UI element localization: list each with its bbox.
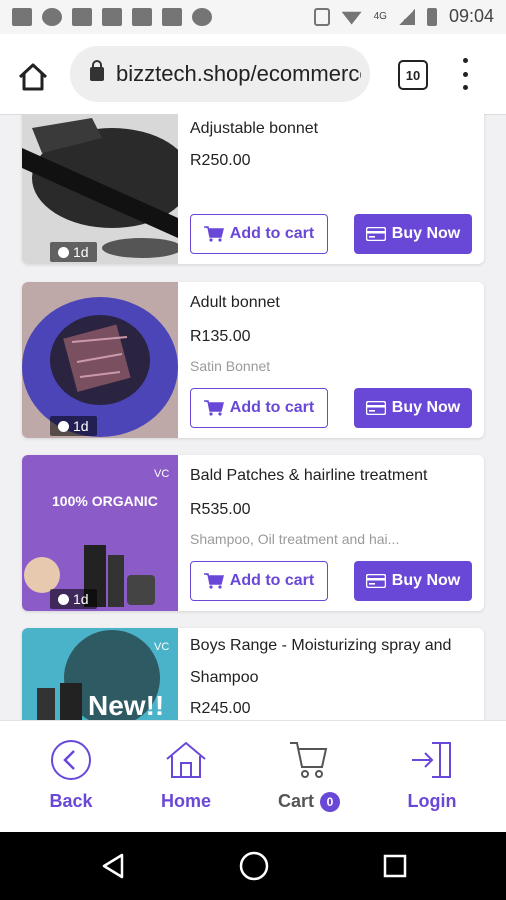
product-image[interactable]: 1d — [22, 114, 178, 264]
tab-switcher-button[interactable]: 10 — [398, 60, 428, 90]
product-description: Satin Bonnet — [190, 358, 271, 374]
age-badge: 1d — [50, 242, 97, 262]
credit-card-icon — [365, 401, 386, 415]
clock-icon — [58, 420, 69, 432]
product-description: Shampoo, Oil treatment and hai... — [190, 531, 400, 547]
nav-login-label: Login — [407, 791, 457, 811]
back-arrow-icon — [51, 740, 91, 780]
bottom-navigation: Back Home Cart 0 Login — [0, 720, 506, 833]
add-to-cart-button[interactable]: Add to cart — [190, 214, 328, 254]
nav-home-label: Home — [160, 791, 211, 811]
clock-time: 09:04 — [448, 6, 494, 26]
organic-treatment-image: VC — [22, 455, 178, 611]
image-icon — [12, 8, 32, 26]
cart-icon — [290, 742, 328, 778]
cart-icon — [203, 573, 224, 589]
image-caption: 100% ORGANIC — [52, 493, 158, 509]
product-image[interactable]: VC 100% ORGANIC 1d — [22, 455, 178, 611]
buy-now-button[interactable]: Buy Now — [354, 388, 472, 428]
product-card[interactable]: 1d Adjustable bonnet R250.00 Add to cart… — [22, 114, 484, 264]
cart-icon — [203, 400, 224, 416]
buy-now-button[interactable]: Buy Now — [354, 561, 472, 601]
browser-menu-button[interactable] — [460, 58, 470, 90]
buy-now-button[interactable]: Buy Now — [354, 214, 472, 254]
nav-back[interactable]: Back — [26, 739, 116, 812]
bonnet-image — [22, 282, 178, 438]
vibrate-icon — [313, 7, 330, 26]
nav-cart[interactable]: Cart 0 — [264, 739, 354, 812]
product-title[interactable]: Adjustable bonnet — [190, 118, 475, 140]
product-price: R535.00 — [190, 501, 251, 518]
battery-icon — [426, 7, 437, 26]
cloud-icon — [42, 8, 62, 26]
cart-icon — [203, 226, 224, 242]
browser-toolbar: bizztech.shop/ecommerce 10 — [0, 34, 506, 115]
address-bar[interactable]: bizztech.shop/ecommerce — [70, 46, 370, 102]
ge-icon — [102, 8, 122, 26]
lock-icon — [90, 60, 104, 81]
system-navigation-bar — [0, 832, 506, 900]
ge-icon — [162, 8, 182, 26]
signal-icon — [398, 8, 415, 25]
bonnet-image — [22, 114, 178, 264]
product-price: R135.00 — [190, 328, 251, 345]
add-to-cart-button[interactable]: Add to cart — [190, 388, 328, 428]
svg-text:VC: VC — [154, 641, 169, 653]
product-card[interactable]: 1d Adult bonnet R135.00 Satin Bonnet Add… — [22, 282, 484, 438]
clock-icon — [58, 246, 69, 258]
credit-card-icon — [365, 574, 386, 588]
menu-dot-icon — [462, 58, 468, 63]
login-icon — [412, 742, 451, 778]
wifi-icon — [341, 11, 362, 25]
product-price: R250.00 — [190, 152, 251, 169]
product-title[interactable]: Adult bonnet — [190, 292, 475, 314]
status-bar: 4G 09:04 — [0, 0, 506, 34]
menu-dot-icon — [462, 71, 468, 77]
home-icon — [18, 63, 48, 91]
credit-card-icon — [365, 227, 386, 241]
image-caption: New!! — [88, 690, 165, 720]
nav-back-label: Back — [49, 791, 93, 811]
nav-login[interactable]: Login — [387, 739, 477, 812]
product-image[interactable]: 1d — [22, 282, 178, 438]
network-type: 4G — [373, 11, 387, 22]
product-price: R245.00 — [190, 700, 251, 717]
ge-icon — [132, 8, 152, 26]
record-icon — [192, 8, 212, 26]
product-title[interactable]: Boys Range - Moisturizing spray and Sham… — [190, 630, 475, 694]
svg-text:VC: VC — [154, 468, 169, 480]
browser-home-button[interactable] — [16, 60, 50, 94]
product-card[interactable]: VC 100% ORGANIC 1d Bald Patches & hairli… — [22, 455, 484, 611]
age-badge: 1d — [50, 589, 97, 609]
product-title[interactable]: Bald Patches & hairline treatment — [190, 465, 475, 487]
home-icon — [166, 741, 206, 778]
menu-dot-icon — [462, 85, 468, 90]
product-card[interactable]: VC New!! Boys Range - Moisturizing spray… — [22, 628, 484, 720]
url-text[interactable]: bizztech.shop/ecommerce — [116, 61, 361, 87]
system-recents-icon[interactable] — [383, 854, 407, 878]
system-back-icon[interactable] — [100, 852, 126, 880]
system-home-icon[interactable] — [238, 850, 270, 882]
cart-count-badge: 0 — [320, 791, 340, 812]
product-list[interactable]: 1d Adjustable bonnet R250.00 Add to cart… — [0, 114, 506, 720]
product-image[interactable]: VC New!! — [22, 628, 178, 720]
calendar-icon — [72, 8, 92, 26]
nav-cart-label: Cart 0 — [278, 791, 340, 812]
nav-home[interactable]: Home — [141, 739, 231, 812]
age-badge: 1d — [50, 416, 97, 436]
add-to-cart-button[interactable]: Add to cart — [190, 561, 328, 601]
clock-icon — [58, 593, 69, 605]
